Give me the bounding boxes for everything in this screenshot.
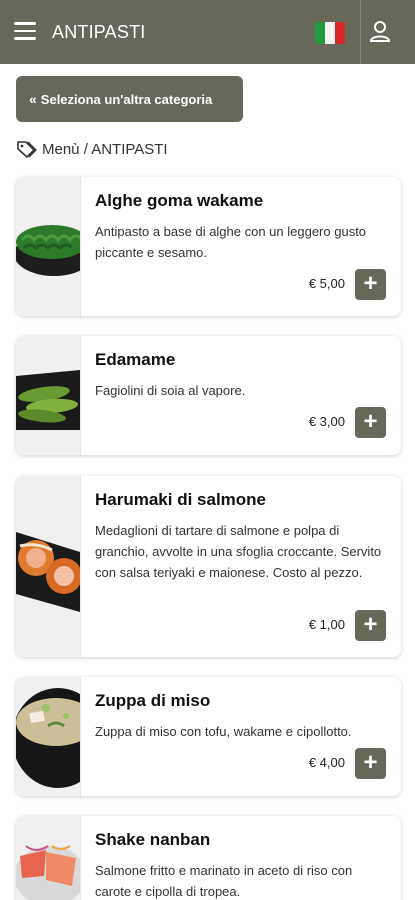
plus-icon: +: [363, 269, 378, 297]
top-app-bar: ANTIPASTI: [0, 0, 415, 64]
select-other-category-label: Seleziona un'altra categoria: [40, 91, 213, 107]
product-card: Alghe goma wakame Antipasto a base di al…: [16, 177, 401, 316]
product-description: Medaglioni di tartare di salmone e polpa…: [95, 523, 382, 580]
add-to-cart-button[interactable]: +: [355, 407, 386, 438]
product-card: Harumaki di salmone Medaglioni di tartar…: [16, 476, 401, 657]
user-icon[interactable]: [366, 18, 394, 46]
add-to-cart-button[interactable]: +: [355, 610, 386, 641]
product-name: Zuppa di miso: [95, 691, 211, 710]
plus-icon: +: [363, 407, 378, 435]
product-description: Salmone fritto e marinato in aceto di ri…: [95, 863, 353, 899]
product-card: Zuppa di miso Zuppa di miso con tofu, wa…: [16, 677, 401, 796]
tag-icon: [17, 141, 37, 158]
product-description: Antipasto a base di alghe con un leggero…: [95, 224, 367, 260]
breadcrumb: Menù / ANTIPASTI: [16, 140, 168, 158]
product-name: Shake nanban: [95, 830, 211, 849]
hamburger-menu-icon[interactable]: [14, 22, 36, 40]
product-image: [16, 816, 80, 900]
product-description: Zuppa di miso con tofu, wakame e cipollo…: [95, 724, 352, 739]
add-to-cart-button[interactable]: +: [355, 269, 386, 300]
breadcrumb-text: Menù / ANTIPASTI: [42, 140, 168, 158]
product-image: [16, 336, 80, 455]
product-price: € 5,00: [308, 276, 345, 291]
product-description: Fagiolini di soia al vapore.: [95, 383, 246, 398]
product-card: Edamame Fagiolini di soia al vapore. € 3…: [16, 336, 401, 455]
product-price: € 3,00: [308, 414, 345, 429]
add-to-cart-button[interactable]: +: [355, 748, 386, 779]
product-card: Shake nanban Salmone fritto e marinato i…: [16, 816, 401, 900]
product-name: Edamame: [95, 350, 176, 369]
product-image: [16, 677, 80, 796]
italian-flag-icon[interactable]: [315, 22, 345, 44]
product-name: Alghe goma wakame: [95, 191, 264, 210]
select-other-category-button[interactable]: « Seleziona un'altra categoria: [16, 76, 243, 122]
product-image: [16, 177, 80, 316]
product-price: € 1,00: [308, 617, 345, 632]
plus-icon: +: [363, 610, 378, 638]
page-title: ANTIPASTI: [52, 22, 146, 42]
double-chevron-left-icon: «: [29, 91, 37, 107]
header-divider: [360, 0, 361, 64]
product-price: € 4,00: [308, 755, 345, 770]
product-image: [16, 476, 80, 657]
product-name: Harumaki di salmone: [95, 490, 267, 509]
plus-icon: +: [363, 748, 378, 776]
